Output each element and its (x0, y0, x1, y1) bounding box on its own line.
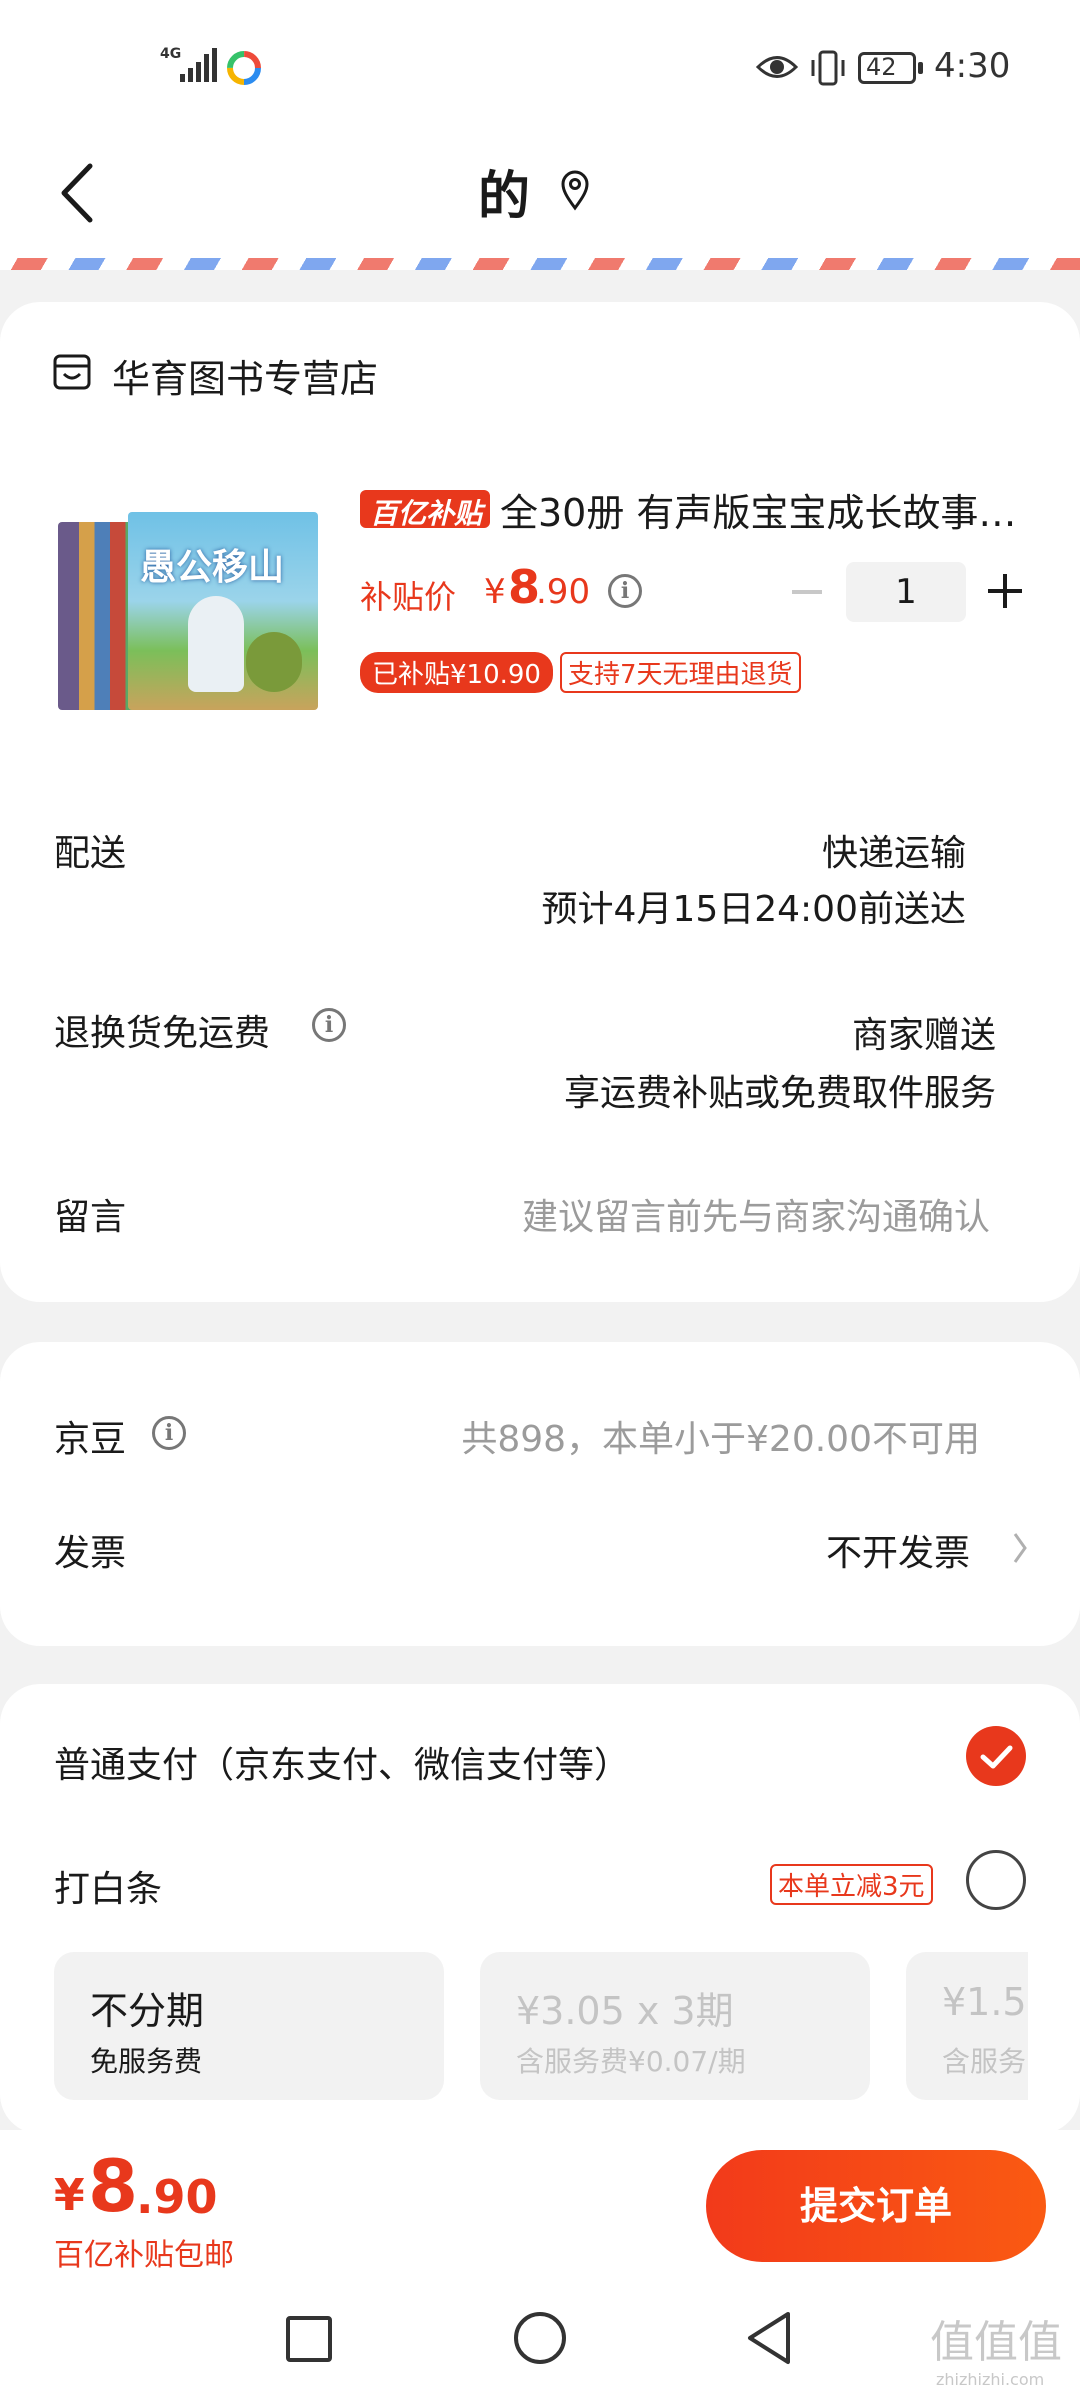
total-decimal: .90 (136, 2170, 218, 2224)
chevron-right-icon (1013, 1533, 1027, 1563)
message-label: 留言 (54, 1197, 127, 1238)
recents-button[interactable] (286, 2316, 332, 2362)
plan-title: ¥3.05 x 3期 (516, 1989, 734, 2033)
price-currency: ¥ (484, 572, 506, 612)
subsidy-tag: 已补贴¥10.90 (360, 652, 553, 693)
payment-option-normal[interactable]: 普通支付（京东支付、微信支付等） (0, 1714, 1080, 1800)
invoice-value: 不开发票 (825, 1533, 970, 1574)
payment-option-baitiao[interactable]: 打白条 本单立减3元 (0, 1838, 1080, 1924)
plan-sub: 含服务费¥0.07/期 (516, 2045, 746, 2078)
home-button[interactable] (514, 2312, 566, 2364)
submit-order-label: 提交订单 (799, 2184, 952, 2228)
message-input[interactable]: 建议留言前先与商家沟通确认 (522, 1188, 990, 1240)
watermark-logo: 值值值 (930, 2317, 1062, 2368)
return-shipping-value: 商家赠送 (851, 1015, 996, 1056)
quantity-field[interactable]: 1 (846, 562, 966, 622)
triangle-back-icon (748, 2312, 790, 2364)
price-info-icon[interactable]: i (608, 574, 642, 608)
signal-icon: 4G (160, 46, 220, 84)
store-row[interactable]: 华育图书专营店 (52, 344, 652, 401)
installment-plan-clip: ¥1.5 含服务 (906, 1952, 1028, 2100)
total-price: ¥ 8 .90 (54, 2144, 354, 2228)
airmail-border (0, 258, 1080, 270)
shipping-note: 百亿补贴包邮 (54, 2238, 234, 2273)
installment-plan-1[interactable]: ¥3.05 x 3期 含服务费¥0.07/期 (480, 1952, 870, 2100)
quantity-stepper: 1 (788, 560, 1028, 624)
minus-icon (792, 590, 822, 594)
product-image[interactable]: 愚公移山 (58, 502, 322, 710)
delivery-eta: 预计4月15日24:00前送达 (541, 889, 966, 930)
checkmark-icon (966, 1726, 1026, 1786)
decrease-button[interactable] (788, 560, 832, 624)
vibrate-icon (808, 50, 848, 86)
delivery-method[interactable]: 快递运输 (822, 824, 966, 876)
beans-value: 共898，本单小于¥20.00不可用 (461, 1419, 980, 1460)
baitiao-label: 打白条 (54, 1869, 163, 1910)
chevron-left-icon (61, 163, 93, 223)
back-button[interactable] (50, 158, 110, 228)
store-name: 华育图书专营店 (112, 357, 379, 401)
store-icon (53, 354, 91, 390)
price-decimal: .90 (536, 572, 591, 612)
return-shipping-label: 退换货免运费 (54, 1013, 271, 1054)
benefits-card: 京豆 i 共898，本单小于¥20.00不可用 发票 不开发票 (0, 1342, 1080, 1646)
return-shipping-desc: 享运费补贴或免费取件服务 (563, 1073, 996, 1114)
battery-icon: 42 (858, 50, 924, 86)
page-header: 的 (0, 130, 1080, 260)
app-notification-icon (226, 50, 262, 86)
beans-info-icon[interactable]: i (152, 1416, 186, 1450)
return-shipping-info-icon[interactable]: i (312, 1008, 346, 1042)
status-bar: 4G 42 4:30 (0, 0, 1080, 130)
eye-icon (755, 52, 799, 82)
plus-icon (988, 574, 1022, 608)
beans-label: 京豆 (54, 1419, 127, 1460)
baitiao-promo-tag: 本单立减3元 (770, 1864, 933, 1905)
back-nav-button[interactable] (744, 2310, 794, 2366)
radio-unchecked-icon (966, 1850, 1026, 1910)
price-label: 补贴价 (360, 578, 457, 616)
delivery-label: 配送 (54, 833, 127, 874)
return-policy-tag: 支持7天无理由退货 (560, 652, 801, 693)
plan-title: ¥1.5 (942, 1980, 1027, 2024)
total-integer: 8 (88, 2144, 139, 2228)
invoice-label: 发票 (54, 1533, 127, 1574)
page-title: 的 (478, 167, 531, 227)
subsidy-badge: 百亿补贴 (360, 490, 490, 530)
payment-normal-label: 普通支付（京东支付、微信支付等） (54, 1745, 631, 1786)
submit-order-button[interactable]: 提交订单 (706, 2150, 1046, 2262)
installment-plan-0[interactable]: 不分期 免服务费 (54, 1952, 444, 2100)
location-pin-icon[interactable] (558, 168, 592, 212)
quantity-value: 1 (895, 572, 917, 612)
plan-sub: 免服务费 (90, 2045, 203, 2078)
plan-sub: 含服务 (942, 2045, 1027, 2078)
battery-level: 42 (866, 53, 897, 81)
clock: 4:30 (934, 46, 1011, 86)
invoice-row[interactable]: 发票 不开发票 (0, 1502, 1080, 1592)
watermark-url: zhizhizhi.com (936, 2370, 1045, 2389)
checkout-bar: ¥ 8 .90 百亿补贴包邮 提交订单 (0, 2130, 1080, 2280)
total-currency: ¥ (54, 2170, 85, 2221)
order-card: 华育图书专营店 愚公移山 百亿补贴 全30册 有声版宝宝成长故事… 补贴价 ¥ … (0, 302, 1080, 1302)
system-nav-bar: 值值值 zhizhizhi.com (0, 2280, 1080, 2400)
product-cover-title: 愚公移山 (140, 547, 285, 588)
increase-button[interactable] (980, 560, 1024, 624)
installment-plan-2[interactable]: ¥1.5 含服务 (906, 1952, 1028, 2100)
plan-title: 不分期 (90, 1989, 205, 2033)
product-title[interactable]: 全30册 有声版宝宝成长故事… (500, 482, 1040, 537)
